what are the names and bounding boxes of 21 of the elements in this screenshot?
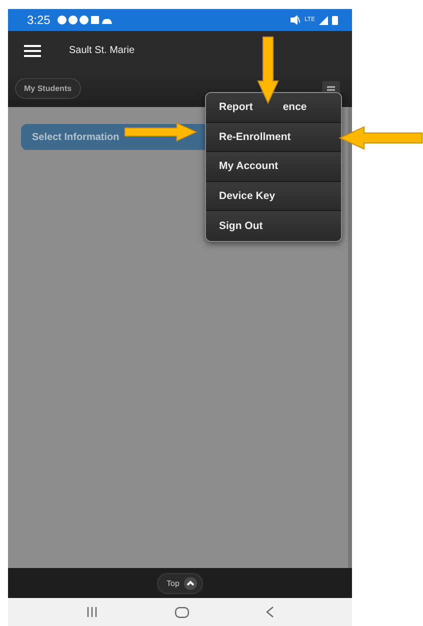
chevron-up-icon	[184, 576, 198, 590]
menu-icon[interactable]	[24, 44, 41, 56]
top-button[interactable]: Top	[156, 572, 204, 594]
menu-item[interactable]: Sign Out	[206, 211, 341, 241]
back-icon[interactable]	[266, 606, 274, 618]
battery-icon	[332, 15, 338, 25]
home-icon[interactable]	[174, 606, 189, 618]
arrow-icon	[124, 120, 197, 144]
menu-item[interactable]: Device Key	[206, 182, 341, 212]
status-time: 3:25	[27, 13, 50, 27]
header-title: Sault St. Marie	[69, 45, 135, 56]
notification-icons	[57, 15, 114, 25]
arrow-icon	[339, 126, 423, 150]
menu-item[interactable]: Re-Enrollment	[206, 122, 341, 152]
my-students-button[interactable]: My Students	[15, 78, 81, 99]
mute-icon	[290, 15, 300, 25]
menu-item[interactable]: Report ence	[206, 93, 341, 123]
signal-icon	[319, 16, 328, 24]
menu-item[interactable]: My Account	[206, 152, 341, 182]
recent-apps-icon[interactable]	[86, 607, 98, 617]
arrow-icon	[257, 36, 279, 104]
